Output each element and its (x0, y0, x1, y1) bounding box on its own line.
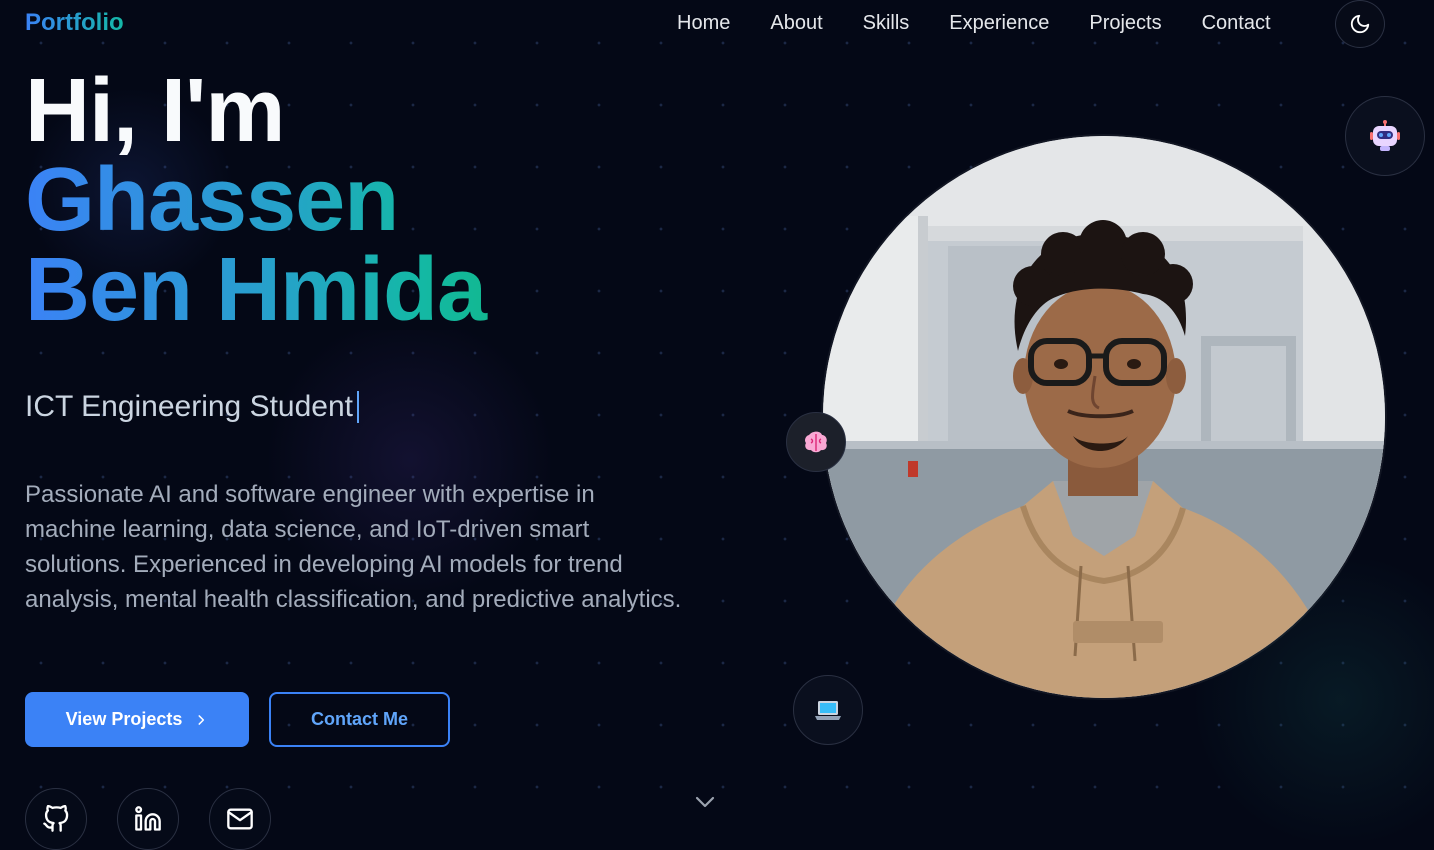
chevron-down-icon (695, 796, 715, 808)
contact-me-button[interactable]: Contact Me (269, 692, 450, 747)
nav-link-skills[interactable]: Skills (843, 11, 930, 35)
github-link[interactable] (25, 788, 87, 850)
main-nav: Home About Skills Experience Projects Co… (657, 11, 1291, 35)
view-projects-label: View Projects (65, 709, 183, 729)
site-logo[interactable]: Portfolio (25, 9, 124, 37)
nav-link-about[interactable]: About (750, 11, 842, 35)
floating-badge-laptop (793, 675, 863, 745)
hero-role-text: ICT Engineering Student (25, 390, 353, 423)
hero-name: Ghassen Ben Hmida (25, 155, 545, 335)
scroll-down-indicator[interactable] (693, 792, 717, 812)
chevron-right-icon (198, 714, 205, 725)
robot-icon (1370, 120, 1400, 151)
floating-badge-brain (786, 412, 846, 472)
nav-link-contact[interactable]: Contact (1182, 11, 1291, 35)
laptop-icon (815, 701, 841, 720)
hero-role: ICT Engineering Student (25, 389, 359, 425)
nav-link-experience[interactable]: Experience (929, 11, 1069, 35)
linkedin-link[interactable] (117, 788, 179, 850)
profile-photo (823, 136, 1385, 698)
nav-link-home[interactable]: Home (657, 11, 750, 35)
nav-link-projects[interactable]: Projects (1069, 11, 1181, 35)
floating-badge-robot (1345, 96, 1425, 176)
hero-description: Passionate AI and software engineer with… (25, 481, 682, 613)
email-link[interactable] (209, 788, 271, 850)
typing-cursor (357, 391, 359, 423)
moon-icon (1350, 14, 1370, 34)
brain-icon (805, 431, 827, 453)
theme-toggle-button[interactable] (1335, 0, 1385, 48)
mail-icon (227, 808, 253, 830)
view-projects-button[interactable]: View Projects (25, 692, 249, 747)
hero-name-first: Ghassen (25, 150, 399, 250)
hero-greeting: Hi, I'm (25, 61, 285, 161)
linkedin-icon (135, 806, 161, 831)
hero-name-last: Ben Hmida (25, 240, 487, 340)
github-icon (43, 805, 69, 832)
